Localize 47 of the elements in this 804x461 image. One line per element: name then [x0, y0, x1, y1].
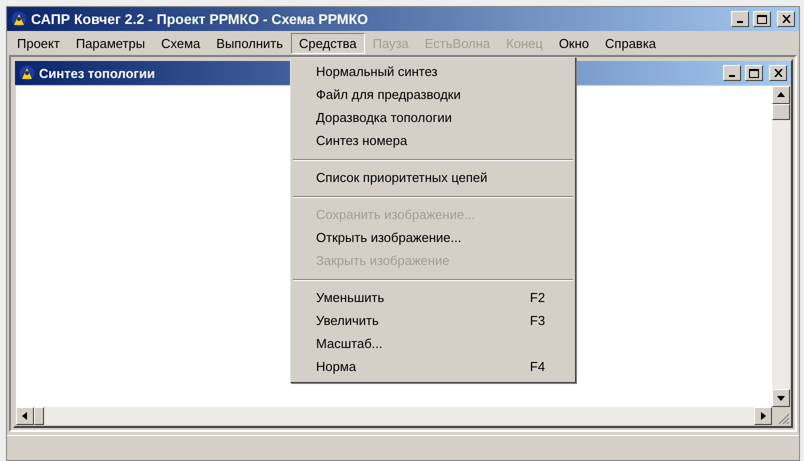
menu-item[interactable]: Окно [550, 32, 598, 54]
scroll-left-button[interactable] [16, 407, 34, 425]
close-button[interactable] [769, 65, 787, 81]
minimize-button[interactable] [723, 65, 741, 81]
menu-item[interactable]: Масштаб... [291, 332, 576, 356]
menu-item[interactable]: Параметры [68, 32, 154, 54]
close-button[interactable] [777, 11, 795, 27]
maximize-button[interactable] [753, 11, 771, 27]
shortcut-label: F4 [530, 359, 546, 374]
shortcut-label: F3 [530, 313, 546, 328]
shortcut-label: F2 [530, 290, 546, 305]
menu-item[interactable]: Файл для предразводки [291, 84, 576, 106]
menu-item[interactable]: Уменьшить F2 [291, 286, 576, 310]
child-window-title: Синтез топологии [39, 66, 155, 80]
resize-grip-icon[interactable] [778, 413, 790, 425]
triangle-arrow-icon [777, 394, 785, 402]
maximize-icon [757, 14, 767, 24]
menu-item[interactable]: Список приоритетных цепей [291, 166, 576, 190]
minimize-button[interactable] [731, 11, 749, 27]
menu-item[interactable]: Выполнить [208, 32, 292, 54]
horizontal-scrollbar[interactable] [16, 407, 772, 425]
menu-item[interactable]: Доразводка топологии [291, 106, 576, 130]
scroll-down-button[interactable] [772, 389, 790, 407]
menu-item[interactable]: Открыть изображение... [291, 226, 576, 250]
close-icon [774, 69, 782, 77]
scroll-thumb[interactable] [772, 104, 790, 120]
menu-item[interactable]: Средства [291, 32, 365, 54]
menu-item[interactable]: Справка [597, 32, 664, 54]
menu-item[interactable]: Синтез номера [291, 130, 576, 152]
menu-item[interactable]: Норма F4 [291, 356, 576, 378]
vertical-scrollbar[interactable] [772, 86, 790, 407]
menu-item[interactable]: Схема [153, 32, 208, 54]
maximize-icon [749, 68, 759, 78]
window-title: САПР Ковчег 2.2 - Проект РРМКО - Схема РРМКО [31, 11, 368, 27]
app-icon [11, 11, 27, 27]
maximize-button[interactable] [745, 65, 763, 81]
triangle-arrow-icon [777, 91, 785, 99]
app-icon [19, 65, 35, 81]
triangle-arrow-icon [21, 412, 29, 420]
scroll-up-button[interactable] [772, 86, 790, 104]
triangle-arrow-icon [759, 412, 767, 420]
menu-item[interactable]: Нормальный синтез [291, 60, 576, 84]
close-icon [782, 15, 790, 23]
menu-item[interactable]: Увеличить F3 [291, 310, 576, 332]
scroll-right-button[interactable] [754, 407, 772, 425]
menu-item[interactable]: Проект [9, 32, 68, 54]
scroll-thumb[interactable] [34, 407, 44, 425]
